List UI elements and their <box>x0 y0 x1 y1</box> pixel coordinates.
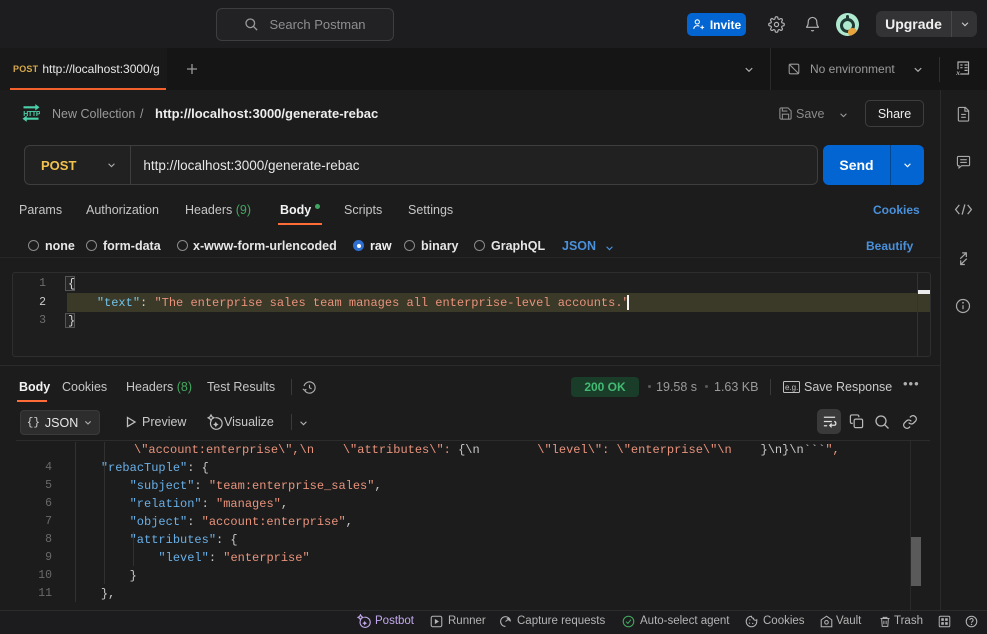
svg-text:e.g.: e.g. <box>785 383 798 392</box>
svg-text:x: x <box>955 68 960 77</box>
